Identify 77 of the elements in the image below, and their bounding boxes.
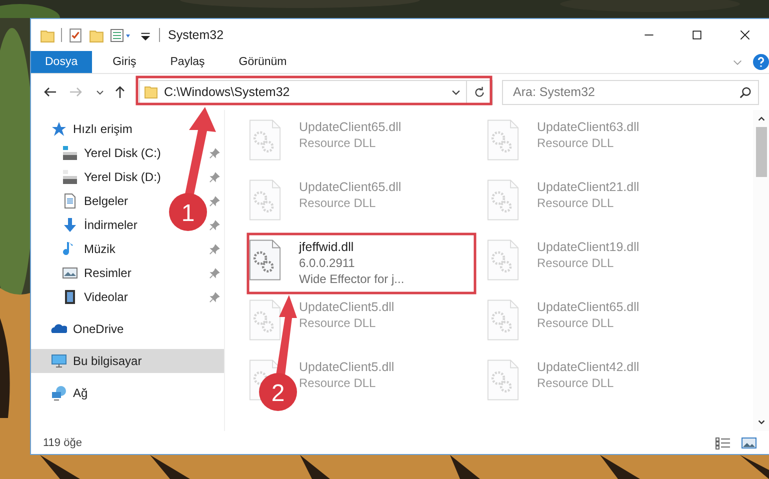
file-detail: Resource DLL <box>537 135 615 151</box>
file-name: UpdateClient65.dll <box>299 119 402 135</box>
pin-icon[interactable] <box>209 196 220 206</box>
file-name: jfeffwid.dll <box>299 239 355 255</box>
download-icon <box>62 217 78 233</box>
file-detail: Resource DLL <box>299 315 377 331</box>
back-arrow-icon[interactable] <box>43 85 57 99</box>
thumbnail-view-icon[interactable] <box>741 436 757 450</box>
folder-icon <box>144 85 158 99</box>
help-icon[interactable] <box>753 54 769 70</box>
star-icon <box>51 121 67 137</box>
folder-icon[interactable] <box>40 28 55 42</box>
scrollbar[interactable] <box>753 110 769 431</box>
sidebar-item[interactable]: Müzik <box>84 242 116 256</box>
search-icon[interactable] <box>739 86 752 98</box>
sidebar-item[interactable]: Bu bilgisayar <box>31 349 224 373</box>
sidebar-item[interactable]: OneDrive <box>31 317 224 341</box>
file-detail: Resource DLL <box>299 135 377 151</box>
file-name: UpdateClient42.dll <box>537 359 640 375</box>
ribbon-tab[interactable]: Dosya <box>31 51 92 73</box>
chevron-down-icon[interactable] <box>452 90 460 94</box>
pin-icon[interactable] <box>209 220 220 230</box>
ribbon-tab[interactable]: Paylaş <box>157 51 218 73</box>
scroll-up-icon[interactable] <box>756 114 766 123</box>
sidebar-item[interactable]: Belgeler <box>84 194 128 208</box>
step-badge: 2 <box>259 373 297 411</box>
sidebar-item[interactable]: Resimler <box>84 266 132 280</box>
scroll-thumb[interactable] <box>756 127 766 177</box>
step-badge: 1 <box>169 193 207 231</box>
file-detail: Resource DLL <box>537 375 615 391</box>
folder-icon[interactable] <box>89 28 104 42</box>
scroll-down-icon[interactable] <box>756 418 766 427</box>
refresh-icon[interactable] <box>473 86 486 98</box>
network-icon <box>51 385 67 401</box>
sidebar-item[interactable]: Videolar <box>84 290 128 304</box>
window-title: System32 <box>168 28 224 42</box>
file-detail: 6.0.0.2911 <box>299 255 356 271</box>
pin-icon[interactable] <box>209 172 220 182</box>
file-name: UpdateClient63.dll <box>537 119 640 135</box>
checklist-icon[interactable] <box>68 28 83 42</box>
file-name: UpdateClient65.dll <box>299 179 402 195</box>
sidebar-item[interactable]: Yerel Disk (C:) <box>84 146 161 160</box>
forward-arrow-icon[interactable] <box>69 85 83 99</box>
file-name: UpdateClient21.dll <box>537 179 640 195</box>
file-detail: Resource DLL <box>537 315 615 331</box>
file-detail: Resource DLL <box>537 255 615 271</box>
search-field[interactable]: Ara: System32 <box>502 80 759 104</box>
film-icon <box>62 289 78 305</box>
monitor-icon <box>51 353 67 369</box>
pin-icon[interactable] <box>209 268 220 278</box>
file-name: UpdateClient5.dll <box>299 359 394 375</box>
details-view-icon[interactable] <box>715 436 731 450</box>
pin-icon[interactable] <box>209 292 220 302</box>
ribbon-tab[interactable]: Görünüm <box>226 51 300 73</box>
file-detail: Resource DLL <box>299 195 377 211</box>
properties-icon[interactable] <box>110 28 132 42</box>
file-name: UpdateClient65.dll <box>537 299 640 315</box>
sidebar-item[interactable]: Ağ <box>31 381 224 405</box>
drive-icon <box>62 145 78 161</box>
sidebar-item[interactable]: Hızlı erişim <box>31 117 224 141</box>
item-count: 119 öğe <box>43 436 82 448</box>
file-name: UpdateClient5.dll <box>299 299 394 315</box>
ribbon-tab[interactable]: Giriş <box>100 51 150 73</box>
up-arrow-icon[interactable] <box>113 85 127 99</box>
sidebar-item[interactable]: İndirmeler <box>84 218 138 232</box>
image-icon <box>62 265 78 281</box>
document-icon <box>62 193 78 209</box>
file-detail: Wide Effector for j... <box>299 271 404 287</box>
pin-icon[interactable] <box>209 244 220 254</box>
file-name: UpdateClient19.dll <box>537 239 640 255</box>
address-field[interactable]: C:\Windows\System32 <box>139 80 493 104</box>
file-detail: Resource DLL <box>299 375 377 391</box>
file-gear-icon[interactable] <box>249 239 281 281</box>
drive-icon <box>62 169 78 185</box>
file-detail: Resource DLL <box>537 195 615 211</box>
pin-icon[interactable] <box>209 148 220 158</box>
sidebar-item[interactable]: Yerel Disk (D:) <box>84 170 161 184</box>
